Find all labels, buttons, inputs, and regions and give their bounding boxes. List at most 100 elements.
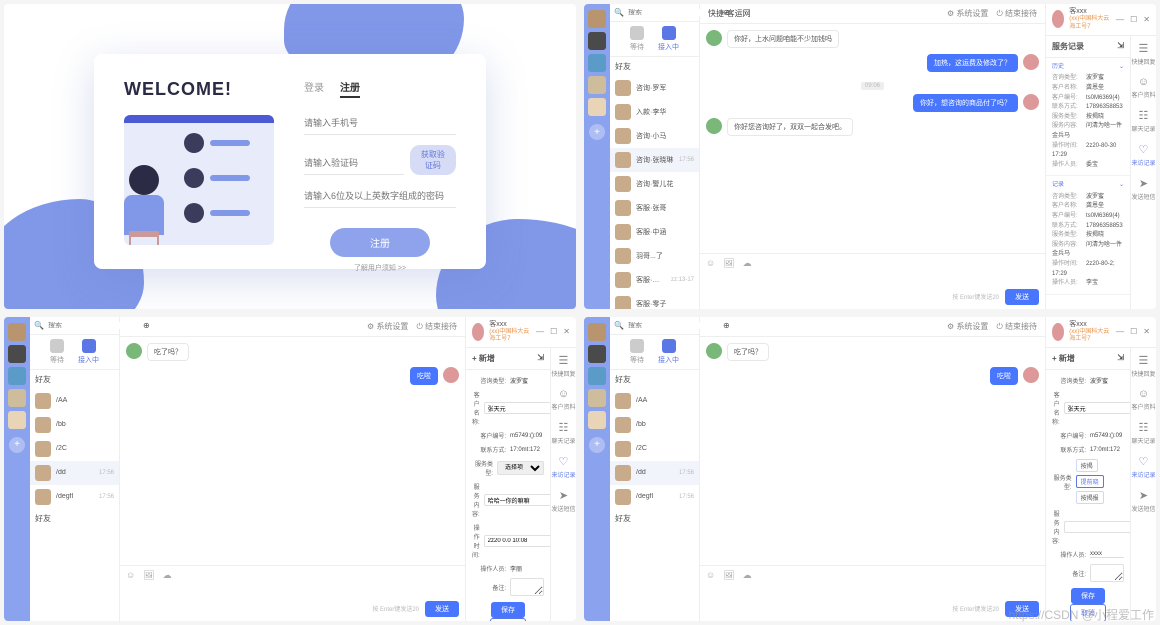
settings-link[interactable]: ⚙ 系统设置 <box>367 321 408 332</box>
save-button[interactable]: 保存 <box>491 602 525 618</box>
tab-customer-info[interactable]: ☺客户资料 <box>1131 76 1155 99</box>
cancel-button[interactable]: 取消 <box>490 618 526 621</box>
save-button[interactable]: 保存 <box>1071 588 1105 604</box>
expand-icon[interactable]: ⇲ <box>1117 353 1124 364</box>
tab-chat-history[interactable]: ☷聊天记录 <box>551 421 575 445</box>
tag-option[interactable]: 提前晓 <box>1076 475 1104 488</box>
conversation-item[interactable]: 咨询·罗军 <box>610 76 699 100</box>
service-type-select[interactable]: 选择项 <box>497 461 544 475</box>
tab-serving[interactable]: 接入中 <box>658 26 679 52</box>
maximize-icon[interactable]: ☐ <box>1130 15 1137 24</box>
workspace-avatar[interactable] <box>588 411 606 429</box>
tab-chat-history[interactable]: ☷聊天记录 <box>1131 421 1155 445</box>
conversation-item[interactable]: /2C <box>30 437 119 461</box>
tab-waiting[interactable]: 等待 <box>630 26 644 52</box>
workspace-avatar[interactable] <box>588 323 606 341</box>
register-button[interactable]: 注册 <box>330 228 430 257</box>
image-icon[interactable]: 🖼 <box>723 258 734 269</box>
conversation-item[interactable]: /degfl17:56 <box>30 485 119 509</box>
tab-chat-history[interactable]: ☷聊天记录 <box>1131 109 1155 133</box>
upload-icon[interactable]: ☁ <box>163 570 172 581</box>
tab-serving[interactable]: 接入中 <box>658 339 679 365</box>
send-button[interactable]: 发送 <box>425 601 459 617</box>
terms-link[interactable]: 了解用户须知 >> <box>304 263 456 273</box>
tab-customer-info[interactable]: ☺客户资料 <box>1131 388 1155 411</box>
emoji-icon[interactable]: ☺ <box>706 258 715 269</box>
service-content-input[interactable] <box>484 494 550 506</box>
settings-link[interactable]: ⚙ 系统设置 <box>947 321 988 332</box>
password-input[interactable] <box>304 185 456 208</box>
tag-option[interactable]: 按揭报 <box>1076 491 1104 504</box>
service-content-input[interactable] <box>1064 521 1130 533</box>
workspace-avatar[interactable] <box>588 367 606 385</box>
workspace-avatar[interactable] <box>588 389 606 407</box>
tab-quick-reply[interactable]: ☰快捷回复 <box>1131 42 1155 66</box>
conversation-item[interactable]: 咨询·警儿花 <box>610 172 699 196</box>
conversation-item[interactable]: /2C <box>610 437 699 461</box>
workspace-avatar[interactable] <box>8 345 26 363</box>
conversation-item[interactable]: /bb <box>610 413 699 437</box>
workspace-avatar[interactable] <box>588 10 606 28</box>
expand-icon[interactable]: ⇲ <box>537 353 544 364</box>
workspace-avatar[interactable] <box>588 98 606 116</box>
workspace-avatar[interactable] <box>8 367 26 385</box>
chevron-down-icon[interactable]: ⌄ <box>1119 63 1124 73</box>
image-icon[interactable]: 🖼 <box>723 570 734 581</box>
close-icon[interactable]: ✕ <box>1143 327 1150 336</box>
conversation-item[interactable]: 客服·中涵 <box>610 220 699 244</box>
conversation-item[interactable]: /degfl17:56 <box>610 485 699 509</box>
op-time-input[interactable] <box>484 535 550 547</box>
end-session-link[interactable]: ⏻ 结束接待 <box>996 321 1037 332</box>
tag-option[interactable]: 按揭 <box>1076 459 1098 472</box>
remark-input[interactable] <box>1090 564 1124 582</box>
remark-input[interactable] <box>510 578 544 596</box>
workspace-avatar[interactable] <box>588 76 606 94</box>
send-button[interactable]: 发送 <box>1005 289 1039 305</box>
emoji-icon[interactable]: ☺ <box>126 570 135 581</box>
workspace-avatar[interactable] <box>8 323 26 341</box>
get-code-button[interactable]: 获取验证码 <box>410 145 456 175</box>
conversation-item[interactable]: /bb <box>30 413 119 437</box>
tab-send-sms[interactable]: ➤发送短信 <box>1131 489 1155 513</box>
tab-login[interactable]: 登录 <box>304 79 324 98</box>
tab-customer-info[interactable]: ☺客户资料 <box>551 388 575 411</box>
minimize-icon[interactable]: — <box>536 327 544 336</box>
conversation-item[interactable]: 咨询·小马 <box>610 124 699 148</box>
maximize-icon[interactable]: ☐ <box>550 327 557 336</box>
upload-icon[interactable]: ☁ <box>743 258 752 269</box>
settings-link[interactable]: ⚙ 系统设置 <box>947 8 988 19</box>
conversation-item[interactable]: /dd17:56 <box>30 461 119 485</box>
tab-waiting[interactable]: 等待 <box>50 339 64 365</box>
customer-name-input[interactable] <box>1064 402 1130 414</box>
expand-icon[interactable]: ⇲ <box>1117 41 1124 52</box>
tab-waiting[interactable]: 等待 <box>630 339 644 365</box>
tab-visit-records[interactable]: ♡来访记录 <box>1131 143 1155 167</box>
workspace-avatar[interactable] <box>588 32 606 50</box>
conversation-item[interactable]: 客服·零子 <box>610 292 699 309</box>
tab-visit-records[interactable]: ♡来访记录 <box>551 455 575 479</box>
end-session-link[interactable]: ⏻ 结束接待 <box>996 8 1037 19</box>
conversation-item[interactable]: 入款·李华 <box>610 100 699 124</box>
add-workspace-button[interactable]: + <box>589 437 605 453</box>
conversation-item[interactable]: /AA <box>30 389 119 413</box>
end-session-link[interactable]: ⏻ 结束接待 <box>416 321 457 332</box>
phone-input[interactable] <box>304 112 456 135</box>
minimize-icon[interactable]: — <box>1116 327 1124 336</box>
upload-icon[interactable]: ☁ <box>743 570 752 581</box>
tab-send-sms[interactable]: ➤发送短信 <box>551 489 575 513</box>
tab-visit-records[interactable]: ♡来访记录 <box>1131 455 1155 479</box>
close-icon[interactable]: ✕ <box>1143 15 1150 24</box>
tab-quick-reply[interactable]: ☰快捷回复 <box>1131 354 1155 378</box>
workspace-avatar[interactable] <box>8 389 26 407</box>
tab-quick-reply[interactable]: ☰快捷回复 <box>551 354 575 378</box>
tab-serving[interactable]: 接入中 <box>78 339 99 365</box>
workspace-avatar[interactable] <box>588 54 606 72</box>
conversation-item[interactable]: 客服·张哥 <box>610 196 699 220</box>
customer-name-input[interactable] <box>484 402 550 414</box>
code-input[interactable] <box>304 152 404 175</box>
conversation-item[interactable]: 咨询·张晓琳17:56 <box>610 148 699 172</box>
close-icon[interactable]: ✕ <box>563 327 570 336</box>
add-workspace-button[interactable]: + <box>9 437 25 453</box>
tab-send-sms[interactable]: ➤发送短信 <box>1131 177 1155 201</box>
conversation-item[interactable]: /dd17:56 <box>610 461 699 485</box>
